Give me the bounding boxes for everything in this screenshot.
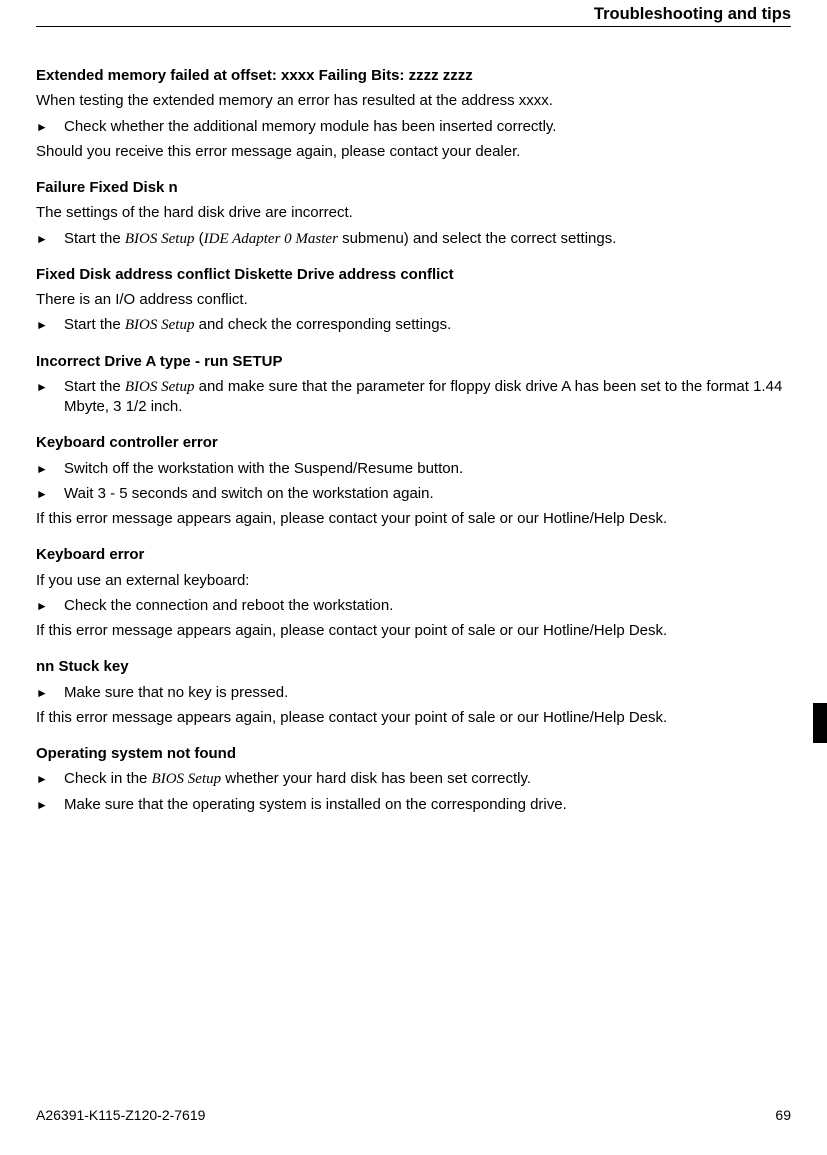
section-title: Incorrect Drive A type - run SETUP bbox=[36, 352, 791, 372]
bullet-item: ►Start the BIOS Setup and check the corr… bbox=[36, 315, 791, 335]
bullet-item: ►Start the BIOS Setup and make sure that… bbox=[36, 377, 791, 418]
doc-number: A26391-K115-Z120-2-7619 bbox=[36, 1106, 205, 1125]
page-content: Extended memory failed at offset: xxxx F… bbox=[36, 66, 791, 820]
bullet-text: Start the BIOS Setup (IDE Adapter 0 Mast… bbox=[64, 229, 791, 249]
bullet-marker-icon: ► bbox=[36, 377, 64, 395]
thumb-tab bbox=[813, 703, 827, 743]
page-number: 69 bbox=[775, 1106, 791, 1125]
section-title: Failure Fixed Disk n bbox=[36, 178, 791, 198]
bullet-text: Start the BIOS Setup and check the corre… bbox=[64, 315, 791, 335]
bullet-marker-icon: ► bbox=[36, 683, 64, 701]
page-header: Troubleshooting and tips bbox=[594, 0, 791, 25]
header-title: Troubleshooting and tips bbox=[594, 5, 791, 23]
bullet-text: Make sure that the operating system is i… bbox=[64, 795, 791, 815]
bullet-text: Check in the BIOS Setup whether your har… bbox=[64, 769, 791, 789]
section-title: Keyboard controller error bbox=[36, 433, 791, 453]
section-outro: If this error message appears again, ple… bbox=[36, 708, 791, 728]
bullet-item: ►Check the connection and reboot the wor… bbox=[36, 596, 791, 616]
page-footer: A26391-K115-Z120-2-7619 69 bbox=[36, 1106, 791, 1125]
header-rule bbox=[36, 26, 791, 27]
bullet-marker-icon: ► bbox=[36, 117, 64, 135]
bullet-item: ►Check whether the additional memory mod… bbox=[36, 117, 791, 137]
section-title: Fixed Disk address conflict Diskette Dri… bbox=[36, 265, 791, 285]
bullet-text: Make sure that no key is pressed. bbox=[64, 683, 791, 703]
bullet-item: ►Check in the BIOS Setup whether your ha… bbox=[36, 769, 791, 789]
bullet-text: Check the connection and reboot the work… bbox=[64, 596, 791, 616]
bullet-text: Start the BIOS Setup and make sure that … bbox=[64, 377, 791, 418]
section-intro: If you use an external keyboard: bbox=[36, 571, 791, 591]
section-intro: There is an I/O address conflict. bbox=[36, 290, 791, 310]
section-outro: If this error message appears again, ple… bbox=[36, 621, 791, 641]
bullet-item: ►Make sure that no key is pressed. bbox=[36, 683, 791, 703]
bullet-marker-icon: ► bbox=[36, 596, 64, 614]
bullet-item: ►Start the BIOS Setup (IDE Adapter 0 Mas… bbox=[36, 229, 791, 249]
bullet-text: Wait 3 - 5 seconds and switch on the wor… bbox=[64, 484, 791, 504]
bullet-item: ►Make sure that the operating system is … bbox=[36, 795, 791, 815]
bullet-text: Check whether the additional memory modu… bbox=[64, 117, 791, 137]
section-intro: The settings of the hard disk drive are … bbox=[36, 203, 791, 223]
bullet-item: ►Switch off the workstation with the Sus… bbox=[36, 459, 791, 479]
bullet-marker-icon: ► bbox=[36, 484, 64, 502]
bullet-marker-icon: ► bbox=[36, 459, 64, 477]
bullet-marker-icon: ► bbox=[36, 229, 64, 247]
section-title: Extended memory failed at offset: xxxx F… bbox=[36, 66, 791, 86]
section-title: Operating system not found bbox=[36, 744, 791, 764]
section-outro: Should you receive this error message ag… bbox=[36, 142, 791, 162]
bullet-text: Switch off the workstation with the Susp… bbox=[64, 459, 791, 479]
section-title: Keyboard error bbox=[36, 545, 791, 565]
bullet-marker-icon: ► bbox=[36, 315, 64, 333]
bullet-marker-icon: ► bbox=[36, 795, 64, 813]
bullet-item: ►Wait 3 - 5 seconds and switch on the wo… bbox=[36, 484, 791, 504]
section-title: nn Stuck key bbox=[36, 657, 791, 677]
section-intro: When testing the extended memory an erro… bbox=[36, 91, 791, 111]
bullet-marker-icon: ► bbox=[36, 769, 64, 787]
section-outro: If this error message appears again, ple… bbox=[36, 509, 791, 529]
